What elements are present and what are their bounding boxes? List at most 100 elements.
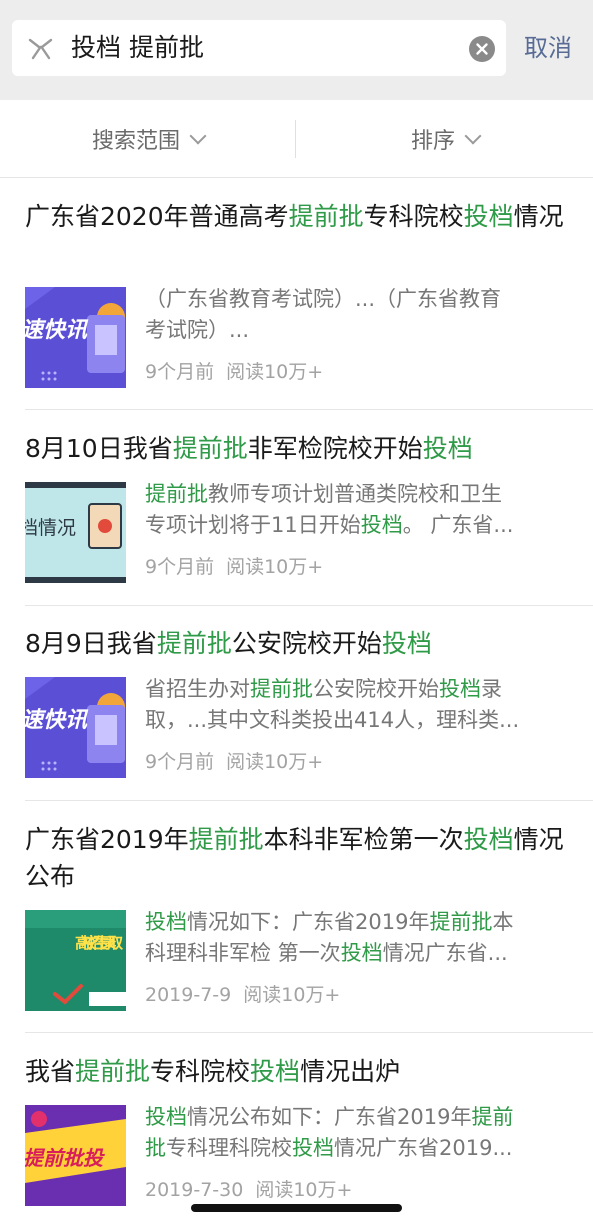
text-segment: （广东省教育考试院）...（广东省教育 — [145, 287, 502, 311]
result-title[interactable]: 8月9日我省提前批公安院校开始投档 — [25, 625, 570, 662]
result-meta: 2019-7-30 阅读10万+ — [145, 1176, 352, 1204]
result-item[interactable]: 我省提前批专科院校投档情况出炉 提前批投 投档情况公布如下：广东省2019年提前… — [0, 1053, 593, 1224]
result-title[interactable]: 广东省2019年提前批本科非军检第一次投档情况公布 — [25, 821, 570, 895]
result-time: 2019-7-9 — [145, 984, 232, 1006]
thumbnail-text: 提前批投 — [25, 1146, 105, 1170]
snippet-line: 投档情况如下：广东省2019年提前批本 — [145, 907, 565, 938]
text-segment: 专项计划将于11日开始 — [145, 513, 361, 537]
highlight-keyword: 投档 — [422, 434, 473, 463]
snippet-line: 省招生办对提前批公安院校开始投档录 — [145, 674, 565, 705]
snippet-line: 提前批教师专项计划普通类院校和卫生 — [145, 479, 565, 510]
result-meta: 9个月前 阅读10万+ — [145, 553, 323, 581]
text-segment: 8月10日我省 — [25, 434, 173, 463]
filter-divider — [295, 120, 296, 158]
search-logo-icon — [28, 38, 53, 60]
result-snippet: 提前批教师专项计划普通类院校和卫生 专项计划将于11日开始投档。 广东省... — [145, 479, 565, 541]
text-segment: 情况如下：广东省2019年 — [187, 910, 430, 934]
search-input[interactable]: 投档 提前批 — [71, 30, 204, 66]
result-item[interactable]: 8月10日我省提前批非军检院校开始投档 档情况 提前批教师专项计划普通类院校和卫… — [0, 430, 593, 606]
highlight-keyword: 投档 — [381, 629, 432, 658]
highlight-keyword: 提前批 — [188, 825, 264, 854]
highlight-keyword: 提前批 — [250, 677, 313, 701]
result-item[interactable]: 8月9日我省提前批公安院校开始投档 速快讯 省招生办对提前批公安院校开始投档录取… — [0, 625, 593, 801]
chevron-down-icon — [464, 127, 482, 145]
text-segment: 公安院校开始 — [313, 677, 439, 701]
highlight-keyword: 投档 — [292, 1136, 334, 1160]
text-segment: 我省 — [25, 1057, 76, 1086]
result-snippet: 投档情况如下：广东省2019年提前批本 科理科非军检 第一次投档情况广东省... — [145, 907, 565, 969]
result-time: 9个月前 — [145, 361, 215, 383]
result-meta: 9个月前 阅读10万+ — [145, 358, 323, 386]
cancel-button[interactable]: 取消 — [524, 30, 572, 66]
highlight-keyword: 批 — [145, 1136, 166, 1160]
filter-bar: 搜索范围 排序 — [0, 100, 593, 178]
snippet-line: 考试院）... — [145, 315, 565, 346]
result-thumbnail: 提前批投 — [25, 1105, 126, 1206]
divider — [25, 1032, 593, 1033]
text-segment: 情况出炉 — [300, 1057, 401, 1086]
snippet-line: 取，...其中文科类投出414人，理科类... — [145, 705, 565, 736]
text-segment: 本科非军检第一次 — [263, 825, 464, 854]
result-thumbnail: 高校招生录取 — [25, 910, 126, 1011]
highlight-keyword: 投档 — [145, 1105, 187, 1129]
chevron-down-icon — [189, 127, 207, 145]
highlight-keyword: 提前批 — [288, 202, 364, 231]
highlight-keyword: 投档 — [340, 941, 383, 965]
result-time: 2019-7-30 — [145, 1179, 244, 1201]
snippet-line: 投档情况公布如下：广东省2019年提前 — [145, 1102, 565, 1133]
text-segment: 非军检院校开始 — [247, 434, 423, 463]
text-segment: 情况广东省... — [382, 941, 508, 965]
text-segment: 广东省2020年普通高考 — [25, 202, 289, 231]
highlight-keyword: 提前批 — [156, 629, 232, 658]
result-meta: 2019-7-9 阅读10万+ — [145, 981, 340, 1009]
text-segment: 科理科非军检 第一次 — [145, 941, 341, 965]
text-segment: 情况广东省2019... — [334, 1136, 513, 1160]
highlight-keyword: 提前批 — [429, 910, 493, 934]
result-item[interactable]: 广东省2019年提前批本科非军检第一次投档情况公布 高校招生录取 投档情况如下：… — [0, 821, 593, 1033]
text-segment: 公安院校开始 — [231, 629, 382, 658]
search-scope-dropdown[interactable]: 搜索范围 — [0, 100, 296, 178]
highlight-keyword: 投档 — [463, 825, 514, 854]
highlight-keyword: 投档 — [145, 910, 187, 934]
text-segment: 情况 — [513, 202, 564, 231]
highlight-keyword: 提前批 — [145, 482, 208, 506]
text-segment: 专科院校 — [150, 1057, 251, 1086]
text-segment: 录 — [481, 677, 502, 701]
snippet-line: 科理科非军检 第一次投档情况广东省... — [145, 938, 565, 969]
result-thumbnail: 速快讯 — [25, 677, 126, 778]
result-reads: 阅读10万+ — [226, 556, 324, 578]
text-segment: 情况公布如下：广东省2019年 — [187, 1105, 472, 1129]
result-reads: 阅读10万+ — [243, 984, 341, 1006]
text-segment: 8月9日我省 — [25, 629, 157, 658]
text-segment: 考试院）... — [145, 318, 250, 342]
result-item[interactable]: 广东省2020年普通高考提前批专科院校投档情况 速快讯 （广东省教育考试院）..… — [0, 198, 593, 410]
result-thumbnail: 速快讯 — [25, 287, 126, 388]
result-reads: 阅读10万+ — [226, 751, 324, 773]
snippet-line: （广东省教育考试院）...（广东省教育 — [145, 284, 565, 315]
result-reads: 阅读10万+ — [226, 361, 324, 383]
search-header: 投档 提前批 取消 — [0, 0, 593, 100]
snippet-line: 批专科理科院校投档情况广东省2019... — [145, 1133, 565, 1164]
text-segment: 取，...其中文科类投出414人，理科类... — [145, 708, 520, 732]
text-segment: 专科理科院校 — [166, 1136, 292, 1160]
result-meta: 9个月前 阅读10万+ — [145, 748, 323, 776]
highlight-keyword: 提前批 — [75, 1057, 151, 1086]
sort-dropdown[interactable]: 排序 — [297, 100, 593, 178]
highlight-keyword: 投档 — [360, 513, 403, 537]
highlight-keyword: 提前 — [471, 1105, 514, 1129]
result-time: 9个月前 — [145, 751, 215, 773]
result-snippet: （广东省教育考试院）...（广东省教育 考试院）... — [145, 284, 565, 346]
result-title[interactable]: 8月10日我省提前批非军检院校开始投档 — [25, 430, 570, 467]
divider — [25, 800, 593, 801]
highlight-keyword: 投档 — [439, 677, 481, 701]
thumbnail-text: 档情况 — [25, 517, 76, 539]
home-indicator — [191, 1204, 402, 1212]
result-title[interactable]: 广东省2020年普通高考提前批专科院校投档情况 — [25, 198, 570, 235]
text-segment: 教师专项计划普通类院校和卫生 — [208, 482, 502, 506]
highlight-keyword: 提前批 — [172, 434, 248, 463]
search-box[interactable]: 投档 提前批 — [12, 20, 506, 76]
result-title[interactable]: 我省提前批专科院校投档情况出炉 — [25, 1053, 570, 1090]
divider — [25, 605, 593, 606]
clear-icon[interactable] — [469, 36, 495, 62]
result-time: 9个月前 — [145, 556, 215, 578]
